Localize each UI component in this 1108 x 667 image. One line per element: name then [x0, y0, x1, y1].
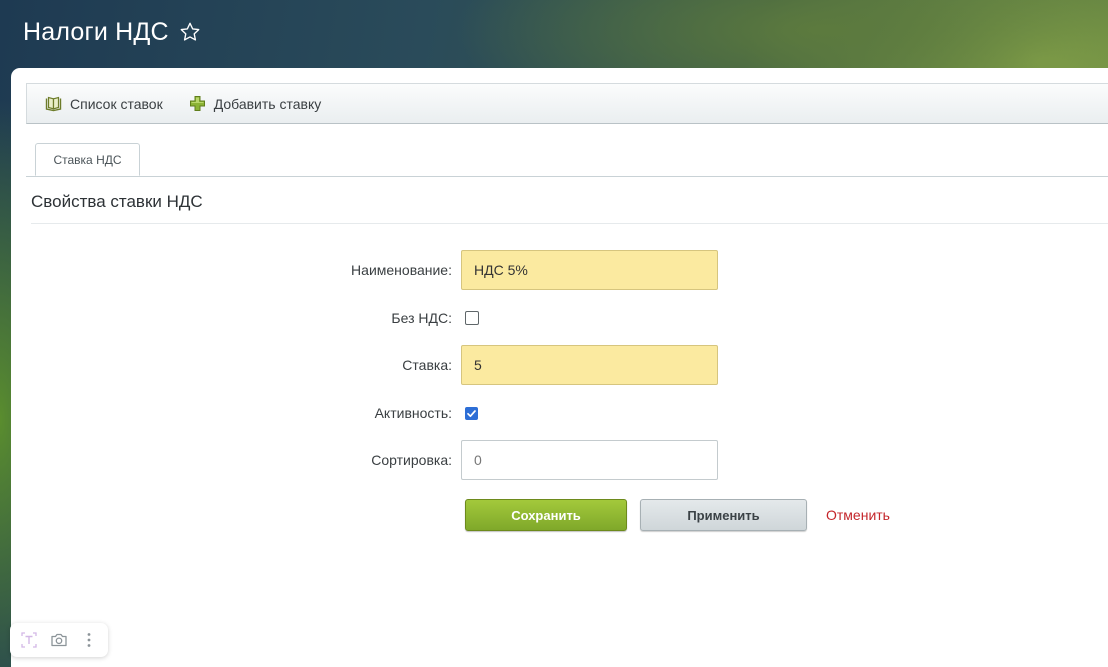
cancel-link[interactable]: Отменить: [826, 507, 890, 523]
sort-input[interactable]: [461, 440, 718, 480]
camera-icon[interactable]: [48, 629, 70, 651]
plus-icon: [189, 95, 206, 112]
star-icon[interactable]: [179, 21, 201, 43]
active-checkbox[interactable]: [465, 406, 478, 420]
name-input[interactable]: [461, 250, 718, 290]
form-row-sort: Сортировка:: [11, 440, 1108, 480]
tab-vat-rate[interactable]: Ставка НДС: [35, 143, 140, 176]
rate-input[interactable]: [461, 345, 718, 385]
form-buttons: Сохранить Применить Отменить: [465, 499, 890, 531]
form-row-active: Активность:: [11, 403, 1108, 423]
rate-label: Ставка:: [402, 357, 452, 373]
checkmark-icon: [467, 409, 476, 417]
page-title: Налоги НДС: [23, 17, 169, 46]
add-rate-button[interactable]: Добавить ставку: [177, 84, 336, 123]
save-button[interactable]: Сохранить: [465, 499, 627, 531]
section-divider: [31, 223, 1108, 224]
rates-list-button[interactable]: Список ставок: [27, 84, 177, 123]
add-rate-label: Добавить ставку: [213, 95, 322, 112]
apply-button[interactable]: Применить: [640, 499, 807, 531]
form-row-rate: Ставка:: [11, 345, 1108, 385]
book-icon: [45, 95, 62, 112]
active-label: Активность:: [374, 405, 452, 421]
section-title: Свойства ставки НДС: [31, 192, 203, 211]
workarea: Список ставок Добавить ставку Ставка НДС…: [11, 68, 1108, 667]
toolbar: Список ставок Добавить ставку: [26, 83, 1108, 124]
no-vat-label: Без НДС:: [391, 310, 452, 326]
form-row-name: Наименование:: [11, 250, 1108, 290]
name-label: Наименование:: [351, 262, 452, 278]
no-vat-checkbox[interactable]: [465, 311, 479, 325]
form-row-no-vat: Без НДС:: [11, 308, 1108, 328]
rates-list-label: Список ставок: [70, 95, 163, 112]
page-header: Налоги НДС: [23, 14, 201, 50]
text-recognition-icon[interactable]: [18, 629, 40, 651]
floating-tools-panel: [10, 623, 108, 657]
more-vertical-icon[interactable]: [78, 629, 100, 651]
tabs-bar: Ставка НДС: [26, 143, 1108, 177]
sort-label: Сортировка:: [371, 452, 452, 468]
